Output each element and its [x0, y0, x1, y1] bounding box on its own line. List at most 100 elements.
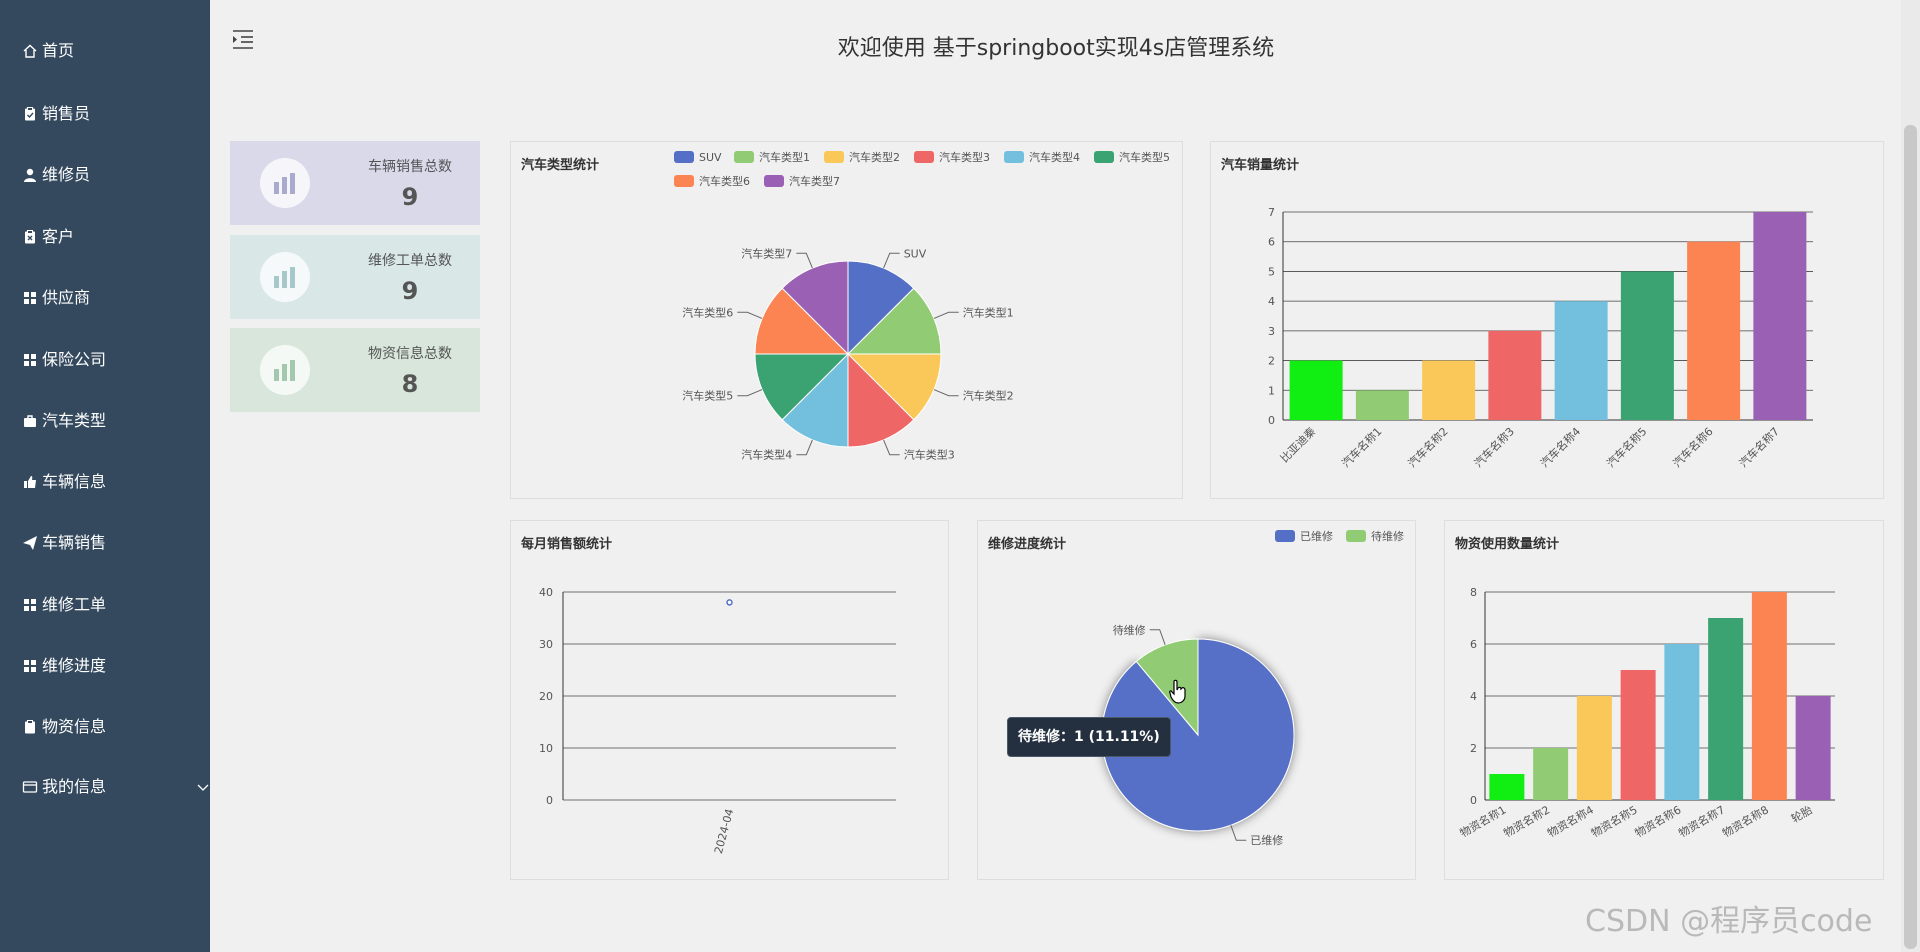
stat-label: 车辆销售总数 — [368, 159, 452, 175]
stat-icon-circle — [260, 345, 310, 395]
pie-label-line — [796, 439, 813, 456]
legend-label: 汽车类型5 — [1119, 150, 1170, 164]
x-tick-label: 2024-04 — [712, 807, 736, 855]
sidebar-item-label: 销售员 — [42, 104, 91, 123]
legend-label: 汽车类型4 — [1029, 150, 1080, 164]
chevron-down-icon — [197, 784, 209, 791]
legend-swatch — [1094, 151, 1114, 163]
sidebar-item-work-orders[interactable]: 维修工单 — [22, 590, 106, 620]
y-tick-label: 1 — [1268, 384, 1275, 397]
vertical-scrollbar[interactable] — [1901, 0, 1920, 952]
pie-label-line — [883, 439, 900, 456]
x-tick-label: 物资名称7 — [1676, 802, 1727, 840]
legend-label: 汽车类型3 — [939, 150, 990, 164]
sidebar-item-my-info[interactable]: 我的信息 — [22, 772, 209, 802]
legend-swatch — [674, 175, 694, 187]
bar — [1795, 696, 1831, 800]
x-tick-label: 汽车名称2 — [1405, 424, 1451, 470]
sidebar-item-repair-progress[interactable]: 维修进度 — [22, 651, 106, 681]
send-icon — [23, 536, 37, 550]
bar-chart-icon — [274, 267, 295, 288]
bar — [1708, 618, 1744, 800]
grid-icon — [24, 660, 36, 672]
sidebar-item-materials[interactable]: 物资信息 — [22, 712, 106, 742]
y-tick-label: 0 — [1268, 414, 1275, 427]
bar — [1422, 360, 1476, 420]
sidebar-item-vehicle-info[interactable]: 车辆信息 — [22, 467, 106, 497]
pie-label: 汽车类型7 — [741, 246, 792, 260]
bar — [1355, 390, 1409, 420]
pie-label: 汽车类型1 — [963, 305, 1014, 319]
sidebar-item-insurance[interactable]: 保险公司 — [22, 345, 106, 375]
legend-swatch — [674, 151, 694, 163]
sidebar: 首页 销售员 维修员 客户 供应商 保险公司 汽车类型 车辆信息 车辆销售 维修… — [0, 0, 210, 952]
stat-icon-circle — [260, 158, 310, 208]
repair-progress-pie-chart[interactable]: 已维修待维修已维修 待维修 — [978, 521, 1417, 881]
y-tick-label: 40 — [539, 586, 553, 599]
material-usage-bar-chart[interactable]: 0 2 4 6 8 物资名称1物资名称2物资名称4物资名称5物资名称6物资名称7物资名称8… — [1445, 521, 1885, 881]
y-tick-label: 30 — [539, 638, 553, 651]
monthly-sales-line-chart[interactable]: 0 10 20 30 40 2024-04 — [511, 521, 950, 881]
sidebar-item-label: 车辆销售 — [42, 533, 107, 552]
y-tick-label: 0 — [1470, 794, 1477, 807]
car-type-pie-panel: 汽车类型统计 SUV 汽车类型1 汽车类型2 汽车类型3 汽车类型4 汽车类型5 汽车类型6… — [510, 141, 1183, 499]
sidebar-item-label: 我的信息 — [42, 777, 107, 796]
page-title: 欢迎使用 基于springboot实现4s店管理系统 — [837, 36, 1275, 61]
thumbs-up-icon — [24, 476, 36, 488]
y-tick-label: 4 — [1268, 295, 1275, 308]
briefcase-icon — [24, 415, 36, 427]
y-tick-label: 2 — [1268, 355, 1275, 368]
x-tick-label: 汽车名称4 — [1537, 424, 1583, 470]
legend-swatch — [734, 151, 754, 163]
bar — [1751, 592, 1787, 800]
pie-label-line — [1230, 825, 1247, 841]
stat-value: 9 — [401, 277, 419, 305]
bar — [1620, 271, 1674, 420]
sidebar-item-salesperson[interactable]: 销售员 — [22, 99, 90, 129]
main-content: 欢迎使用 基于springboot实现4s店管理系统 车辆销售总数 9 维修工单… — [210, 0, 1920, 952]
legend-label: 汽车类型1 — [759, 150, 810, 164]
y-tick-label: 6 — [1470, 638, 1477, 651]
sidebar-item-home[interactable]: 首页 — [22, 36, 74, 66]
x-tick-label: 物资名称2 — [1501, 802, 1552, 840]
sidebar-item-label: 维修进度 — [42, 656, 107, 675]
sidebar-item-car-type[interactable]: 汽车类型 — [22, 406, 106, 436]
pie-label: 汽车类型4 — [741, 448, 792, 462]
pie-label: 汽车类型5 — [682, 389, 733, 403]
y-tick-label: 20 — [539, 690, 553, 703]
pie-label-line — [933, 311, 959, 319]
bar — [1576, 696, 1612, 800]
monthly-sales-line-panel: 每月销售额统计 0 10 20 30 40 2024-04 — [510, 520, 949, 880]
bar-chart-icon — [274, 360, 295, 381]
line-point — [726, 599, 733, 606]
bar-chart-icon — [274, 173, 295, 194]
sidebar-item-customer[interactable]: 客户 — [22, 222, 74, 252]
clipboard-icon — [25, 720, 35, 734]
stat-icon-circle — [260, 252, 310, 302]
pie-label-line — [1149, 629, 1166, 645]
legend-label: 汽车类型7 — [789, 174, 840, 188]
sidebar-item-repairman[interactable]: 维修员 — [22, 160, 90, 190]
sidebar-item-label: 客户 — [42, 227, 75, 246]
bar — [1488, 330, 1542, 420]
y-tick-label: 7 — [1268, 206, 1275, 219]
legend-label: 已维修 — [1300, 529, 1333, 543]
legend-label: 汽车类型2 — [849, 150, 900, 164]
car-sales-bar-chart[interactable]: 0 1 2 3 4 5 6 7 比亚迪秦 汽车名称1 汽车名称2 汽车名称3 汽车名称4 汽车名称5 汽车名… — [1211, 142, 1885, 500]
sidebar-item-label: 保险公司 — [42, 350, 107, 369]
y-tick-label: 3 — [1268, 325, 1275, 338]
pie-label: 已维修 — [1250, 833, 1283, 847]
sidebar-item-supplier[interactable]: 供应商 — [22, 283, 90, 313]
stat-card-work-orders: 维修工单总数 9 — [230, 235, 480, 319]
y-tick-label: 4 — [1470, 690, 1477, 703]
sidebar-item-label: 车辆信息 — [42, 472, 107, 491]
scrollbar-thumb[interactable] — [1904, 125, 1917, 949]
car-type-pie-chart[interactable]: SUV 汽车类型1 汽车类型2 汽车类型3 汽车类型4 汽车类型5 汽车类型6 汽车类型7 SU… — [511, 142, 1184, 500]
sidebar-item-label: 物资信息 — [42, 717, 107, 736]
legend-swatch — [1346, 530, 1366, 542]
x-tick-label: 汽车名称6 — [1670, 424, 1716, 470]
legend-label: 汽车类型6 — [699, 174, 750, 188]
bar — [1554, 301, 1608, 420]
sidebar-item-label: 维修工单 — [42, 595, 107, 614]
sidebar-item-vehicle-sales[interactable]: 车辆销售 — [22, 528, 106, 558]
